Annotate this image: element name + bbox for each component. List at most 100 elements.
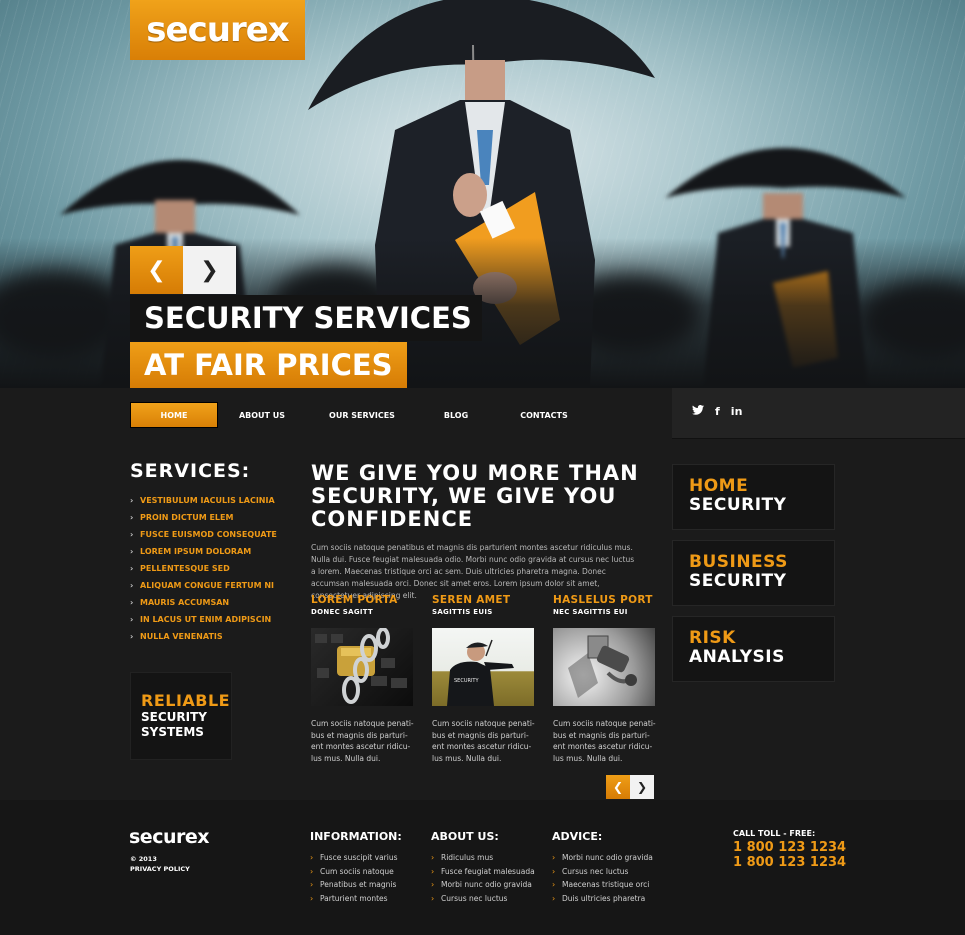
linkedin-icon[interactable]: in [731,405,743,418]
service-link[interactable]: › NULLA VENENATIS [130,628,277,645]
service-link[interactable]: › LOREM IPSUM DOLORAM [130,543,277,560]
footer-link[interactable]: › Cum sociis natoque [310,865,402,879]
card-subtitle: NEC SAGITTIS EUI [553,608,628,616]
reliable-line3: SYSTEMS [141,725,204,739]
service-link[interactable]: › ALIQUAM CONGUE FERTUM NI [130,577,277,594]
cards-next-button[interactable]: ❯ [630,775,654,799]
chevron-right-icon: › [552,893,556,903]
reliable-security-banner[interactable]: RELIABLE SECURITY SYSTEMS [130,672,232,760]
footer-link-label: Cursus nec luctus [441,893,508,903]
services-list: › VESTIBULUM IACULIS LACINIA › PROIN DICTU… [130,492,277,645]
service-link[interactable]: › IN LACUS UT ENIM ADIPISCIN [130,611,277,628]
hero-prev-button[interactable]: ❮ [130,246,183,294]
service-link[interactable]: › VESTIBULUM IACULIS LACINIA [130,492,277,509]
svg-text:SECURITY: SECURITY [454,678,479,684]
service-label: PELLENTESQUE SED [140,564,230,573]
service-link[interactable]: › FUSCE EUISMOD CONSEQUATE [130,526,277,543]
footer-link[interactable]: › Cursus nec luctus [431,892,535,906]
footer-link[interactable]: › Fusce feugiat malesuada [431,865,535,879]
footer-logo[interactable]: securex [129,826,210,848]
feature-card: LOREM PORTA DONEC SAGITT Cum sociis nato… [311,594,414,764]
box-line2: SECURITY [689,495,787,515]
chevron-right-icon: › [552,866,556,876]
hero-next-button[interactable]: ❯ [183,246,236,294]
main-nav: HOME ABOUT US OUR SERVICES BLOG CONTACTS [130,402,594,428]
logo[interactable]: securex [130,0,305,60]
main-paragraph: Cum sociis natoque penatibus et magnis d… [311,543,635,600]
chevron-right-icon: › [310,893,314,903]
footer-link-label: Fusce feugiat malesuada [441,866,535,876]
service-link[interactable]: › PELLENTESQUE SED [130,560,277,577]
card-text: Cum sociis natoque penati-bus et magnis … [432,719,535,763]
service-label: PROIN DICTUM ELEM [140,513,234,522]
chevron-right-icon: › [130,547,134,556]
footer-link[interactable]: › Cursus nec luctus [552,865,653,879]
box-line1: HOME [689,476,749,496]
facebook-icon[interactable]: f [715,405,720,418]
business-security-box[interactable]: BUSINESS SECURITY [672,540,835,606]
footer-link[interactable]: › Parturient montes [310,892,402,906]
service-link[interactable]: › PROIN DICTUM ELEM [130,509,277,526]
chevron-right-icon: › [130,513,134,522]
nav-contacts[interactable]: CONTACTS [494,402,594,428]
copyright-text: © 2013 [130,855,157,863]
home-security-box[interactable]: HOME SECURITY [672,464,835,530]
hero-banner: securex ❮ ❯ SECURITY SERVICES AT FAIR PR… [0,0,965,388]
footer-column-information: INFORMATION: › Fusce suscipit varius › Cum… [310,830,402,905]
service-label: FUSCE EUISMOD CONSEQUATE [140,530,277,539]
service-label: VESTIBULUM IACULIS LACINIA [140,496,275,505]
phone-number[interactable]: 1 800 123 1234 [733,840,846,855]
service-link[interactable]: › MAURIS ACCUMSAN [130,594,277,611]
chevron-right-icon: › [310,866,314,876]
footer-link[interactable]: › Penatibus et magnis [310,878,402,892]
footer-column-about-us: ABOUT US: › Ridiculus mus › Fusce feugiat … [431,830,535,905]
padlock-chain-image[interactable] [311,628,413,706]
social-bar: f in [672,388,965,439]
footer-link[interactable]: › Maecenas tristique orci [552,878,653,892]
chevron-right-icon: › [552,880,556,890]
phone-number[interactable]: 1 800 123 1234 [733,855,846,870]
card-title[interactable]: SEREN AMET [432,594,535,606]
footer-column-title: ABOUT US: [431,830,499,843]
footer-link[interactable]: › Morbi nunc odio gravida [552,851,653,865]
box-line2: SECURITY [689,571,787,591]
call-toll-free: CALL TOLL - FREE: 1 800 123 1234 1 800 1… [733,829,846,870]
cctv-camera-image[interactable] [553,628,655,706]
nav-our-services[interactable]: OUR SERVICES [306,402,418,428]
footer-link-label: Ridiculus mus [441,853,494,863]
chevron-right-icon: › [431,853,435,863]
service-label: IN LACUS UT ENIM ADIPISCIN [140,615,272,624]
card-title[interactable]: HASLELUS PORT [553,594,656,606]
chevron-right-icon: › [431,893,435,903]
card-subtitle: DONEC SAGITT [311,608,374,616]
chevron-right-icon: ❯ [200,257,219,283]
nav-blog[interactable]: BLOG [418,402,494,428]
risk-analysis-box[interactable]: RISK ANALYSIS [672,616,835,682]
chevron-right-icon: › [130,530,134,539]
card-text: Cum sociis natoque penati-bus et magnis … [311,719,414,763]
privacy-policy-link[interactable]: PRIVACY POLICY [130,864,190,874]
feature-card: SEREN AMET SAGITTIS EUIS SECURITY Cum so… [432,594,535,764]
chevron-right-icon: › [130,564,134,573]
chevron-right-icon: › [130,615,134,624]
footer-copyright: © 2013 PRIVACY POLICY [130,854,190,874]
hero-title-line2: AT FAIR PRICES [130,342,407,388]
cards-pager: ❮ ❯ [606,775,654,799]
footer-link-label: Morbi nunc odio gravida [562,853,653,863]
nav-home[interactable]: HOME [130,402,218,428]
security-guard-image[interactable]: SECURITY [432,628,534,706]
footer-link[interactable]: › Fusce suscipit varius [310,851,402,865]
nav-about-us[interactable]: ABOUT US [218,402,306,428]
cards-prev-button[interactable]: ❮ [606,775,630,799]
footer-link-label: Parturient montes [320,893,388,903]
footer-link[interactable]: › Morbi nunc odio gravida [431,878,535,892]
footer: securex © 2013 PRIVACY POLICY INFORMATIO… [0,800,965,935]
footer-link[interactable]: › Duis ultricies pharetra [552,892,653,906]
chevron-left-icon: ❮ [612,780,624,794]
chevron-right-icon: › [130,632,134,641]
twitter-icon[interactable] [692,405,704,418]
footer-link[interactable]: › Ridiculus mus [431,851,535,865]
main-heading: WE GIVE YOU MORE THAN SECURITY, WE GIVE … [311,461,639,531]
footer-link-label: Cursus nec luctus [562,866,629,876]
card-title[interactable]: LOREM PORTA [311,594,414,606]
